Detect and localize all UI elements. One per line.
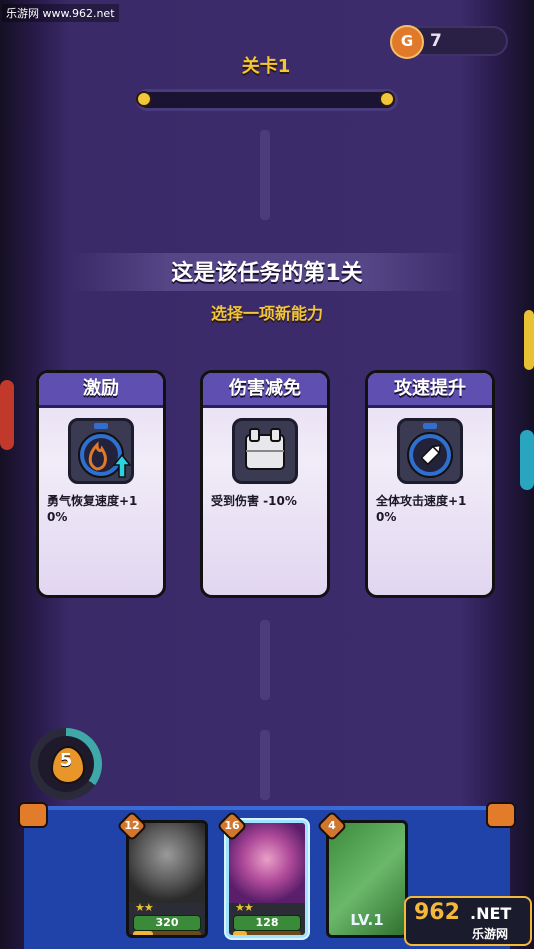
unit-cost: 12 [124,819,140,832]
site-logo: 962 .NET 乐游网 [404,896,532,946]
panel-corner-left [18,802,48,828]
logo-suffix: .NET [470,904,512,923]
logo-site-name: 乐游网 [472,927,509,941]
right-edge-prop [520,430,534,490]
unit-hp: 128 [233,915,301,931]
progress-end-knob [379,91,395,107]
level-title: 关卡1 [241,56,291,77]
xp-fill [233,931,247,935]
level-progress-bar [136,89,398,111]
unit-card-turret[interactable]: LV.1 [326,820,408,938]
watermark-text: 乐游网 www.962.net [2,4,119,22]
soldier-portrait [129,823,205,903]
card-body: 激励 勇气恢复速度+10% [39,373,163,595]
currency-counter: G 7 [390,25,508,59]
ability-card-incentive[interactable]: 激励 勇气恢复速度+10% [36,370,166,598]
unit-card-soldier[interactable]: ★★ 320 [126,820,208,938]
road-lane-line [260,730,270,800]
ability-description: 全体攻击速度+10% [376,494,467,524]
ability-description: 勇气恢复速度+10% [47,494,138,524]
panel-corner-right [486,802,516,828]
unit-stars: ★★ [235,901,254,914]
courage-meter: 5 [30,728,102,800]
unit-card-hero[interactable]: ★★ 128 [226,820,308,938]
ability-card-damage-reduction[interactable]: 伤害减免 受到伤害 -10% [200,370,330,598]
unit-cost: 4 [328,819,336,832]
courage-value: 5 [59,750,73,771]
logo-number: 962 [414,900,460,925]
left-edge-prop [0,380,14,450]
ability-description: 受到伤害 -10% [211,494,297,508]
unit-stars: ★★ [135,901,154,914]
xp-fill [133,931,154,935]
unit-xp-bar [133,931,201,935]
flame-up-icon [68,418,134,484]
unit-level: LV.1 [350,911,384,929]
card-body: 攻速提升 全体攻击速度+10% [368,373,492,595]
road-lane-line [260,130,270,220]
progress-start-knob [136,91,152,107]
unit-cost: 16 [224,819,240,832]
unit-xp-bar [233,931,301,935]
ability-card-attack-speed[interactable]: 攻速提升 全体攻击速度+10% [365,370,495,598]
prompt-subtitle: 选择一项新能力 [210,304,323,323]
prompt-title: 这是该任务的第1关 [171,261,363,286]
armor-vest-icon [232,418,298,484]
hero-portrait [229,823,305,903]
courage-meter-core: 5 [38,736,94,792]
gold-coin-icon: G [390,25,424,59]
unit-hp: 320 [133,915,201,931]
bullet-icon [397,418,463,484]
ability-name: 攻速提升 [368,373,492,408]
ability-name: 激励 [39,373,163,408]
currency-value: 7 [430,31,442,51]
road-lane-line [260,620,270,700]
ability-name: 伤害减免 [203,373,327,408]
card-body: 伤害减免 受到伤害 -10% [203,373,327,595]
